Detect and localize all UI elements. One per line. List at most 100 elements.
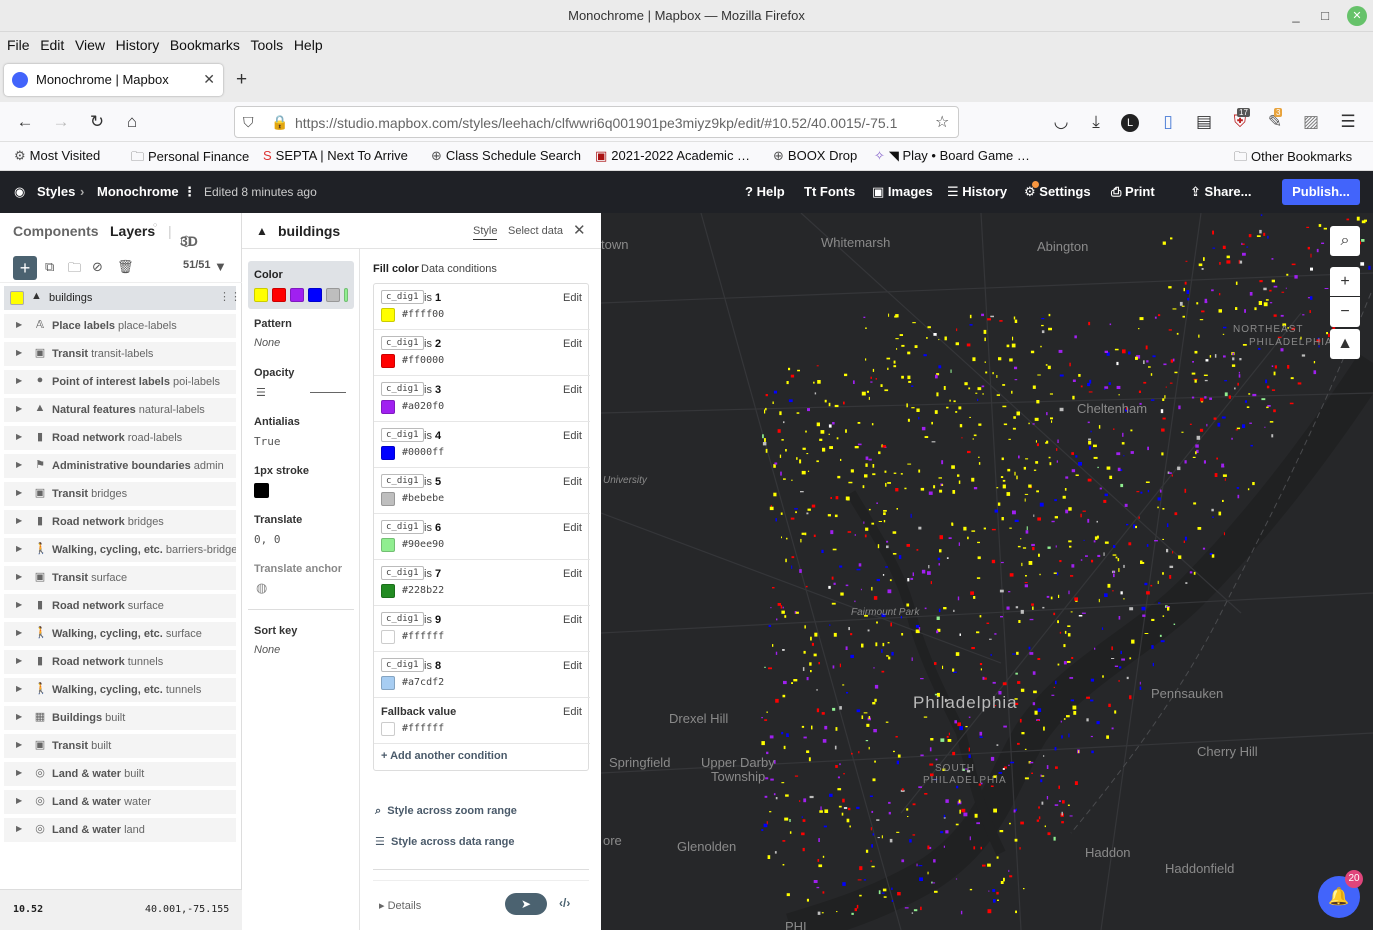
expand-arrow-icon[interactable]: ▶ [16, 656, 22, 665]
layer-item[interactable]: ▶ ▣ Transit built [4, 734, 236, 758]
maximize-button[interactable]: □ [1315, 6, 1335, 26]
delete-icon[interactable]: 🗑 [117, 259, 134, 275]
condition-row[interactable]: c_dig1 is 3 Edit #a020f0 [374, 376, 590, 422]
bookmark-personal-finance[interactable]: 🗀 Personal Finance [131, 148, 249, 170]
expand-arrow-icon[interactable]: ▶ [16, 320, 22, 329]
download-icon[interactable]: ⤓ [1085, 112, 1107, 132]
bookmark-septa[interactable]: S SEPTA | Next To Arrive [263, 148, 408, 163]
zoom-out-button[interactable]: − [1330, 297, 1360, 327]
property-pattern[interactable]: Pattern [254, 318, 292, 330]
expand-arrow-icon[interactable]: ▶ [16, 684, 22, 693]
extension-image-icon[interactable]: ▨ [1300, 112, 1322, 132]
lock-icon[interactable]: 🔒 [271, 114, 288, 131]
property-opacity[interactable]: Opacity [254, 367, 294, 379]
edit-link[interactable]: Edit [563, 568, 582, 580]
expand-arrow-icon[interactable]: ▶ [16, 600, 22, 609]
layer-item[interactable]: ▶ ◎ Land & water land [4, 818, 236, 842]
print-button[interactable]: ⎙ Print [1111, 184, 1155, 200]
pocket-icon[interactable]: ◡ [1050, 112, 1072, 132]
menu-history[interactable]: History [109, 32, 160, 53]
browser-tab[interactable]: Monochrome | Mapbox ✕ [4, 64, 223, 96]
style-name[interactable]: Monochrome [97, 184, 179, 199]
shield-icon[interactable]: ⛉ [243, 114, 254, 131]
edit-link[interactable]: Edit [563, 522, 582, 534]
forward-icon[interactable]: → [50, 112, 72, 132]
layer-item[interactable]: ▶ 🚶 Walking, cycling, etc. barriers-bridges [4, 538, 236, 562]
home-icon[interactable]: ⌂ [121, 112, 143, 132]
expand-arrow-icon[interactable]: ▶ [16, 628, 22, 637]
back-icon[interactable]: ← [14, 112, 36, 132]
expand-arrow-icon[interactable]: ▶ [16, 404, 22, 413]
styles-link[interactable]: Styles [37, 184, 75, 199]
menu-tools[interactable]: Tools [244, 32, 284, 53]
property-translate[interactable]: Translate [254, 514, 302, 526]
history-button[interactable]: ☰ History [947, 184, 1007, 200]
property-antialias[interactable]: Antialias [254, 416, 300, 428]
property-translate-anchor[interactable]: Translate anchor [254, 563, 342, 575]
help-button[interactable]: ? Help [745, 184, 785, 199]
edit-link[interactable]: Edit [563, 706, 582, 718]
map-canvas[interactable]: town Whitemarsh Abington NORTHEAST PHILADELP… [601, 213, 1373, 930]
condition-row[interactable]: c_dig1 is 6 Edit #90ee90 [374, 514, 590, 560]
expand-arrow-icon[interactable]: ▶ [16, 824, 22, 833]
edit-link[interactable]: Edit [563, 384, 582, 396]
layer-item[interactable]: ▶ ▮ Road network bridges [4, 510, 236, 534]
layer-item[interactable]: ▶ ▣ Transit surface [4, 566, 236, 590]
stroke-color-swatch[interactable] [254, 483, 269, 498]
bookmark-class-schedule[interactable]: ⊕ Class Schedule Search [431, 148, 581, 164]
fallback-value-row[interactable]: Fallback value Edit #ffffff [374, 698, 590, 744]
expand-arrow-icon[interactable]: ▶ [16, 572, 22, 581]
tab-select-data[interactable]: Select data [508, 225, 563, 237]
hamburger-menu-icon[interactable]: ☰ [1337, 112, 1359, 132]
tab-components[interactable]: Components [13, 223, 99, 239]
images-button[interactable]: ▣ Images [872, 184, 933, 200]
edit-link[interactable]: Edit [563, 338, 582, 350]
edit-link[interactable]: Edit [563, 660, 582, 672]
bookmark-boox-drop[interactable]: ⊕ BOOX Drop [773, 148, 857, 164]
layer-item[interactable]: ▶ ▮ Road network road-labels [4, 426, 236, 450]
new-tab-button[interactable]: + [236, 69, 247, 91]
property-sort-key[interactable]: Sort key [254, 625, 297, 637]
add-condition-button[interactable]: + Add another condition [381, 750, 507, 762]
layer-item[interactable]: ▶ ▮ Road network tunnels [4, 650, 236, 674]
layer-item[interactable]: ▶ ▮ Road network surface [4, 594, 236, 618]
add-layer-button[interactable]: + [13, 256, 37, 280]
property-stroke[interactable]: 1px stroke [254, 465, 309, 477]
condition-row[interactable]: c_dig1 is 9 Edit #ffffff [374, 606, 590, 652]
condition-row[interactable]: c_dig1 is 7 Edit #228b22 [374, 560, 590, 606]
close-window-button[interactable]: ✕ [1347, 6, 1367, 26]
edit-link[interactable]: Edit [563, 292, 582, 304]
expand-arrow-icon[interactable]: ▶ [16, 488, 22, 497]
opacity-slider[interactable] [310, 392, 346, 393]
condition-row[interactable]: c_dig1 is 4 Edit #0000ff [374, 422, 590, 468]
tab-layers[interactable]: Layers [110, 223, 155, 239]
expand-arrow-icon[interactable]: ▶ [16, 712, 22, 721]
tab-close-icon[interactable]: ✕ [203, 71, 215, 88]
expand-arrow-icon[interactable]: ▶ [16, 348, 22, 357]
duplicate-icon[interactable]: ⧉ [45, 259, 54, 275]
menu-help[interactable]: Help [287, 32, 323, 53]
reader-icon[interactable]: ▤ [1193, 112, 1215, 132]
layer-item[interactable]: ▶ ◎ Land & water water [4, 790, 236, 814]
hide-icon[interactable]: ⊘ [92, 259, 103, 275]
close-panel-icon[interactable]: ✕ [573, 221, 586, 239]
expand-arrow-icon[interactable]: ▶ [16, 768, 22, 777]
compass-button[interactable]: ▲ [1330, 329, 1360, 359]
expand-arrow-icon[interactable]: ▶ [16, 796, 22, 805]
code-view-icon[interactable]: ‹/› [559, 896, 570, 910]
bookmark-academic[interactable]: ▣ 2021-2022 Academic … [595, 148, 750, 164]
share-button[interactable]: ⇪ Share... [1190, 184, 1252, 200]
menu-file[interactable]: File [0, 32, 30, 53]
style-zoom-range-button[interactable]: ⌕ Style across zoom range [375, 805, 517, 818]
fonts-button[interactable]: Tt Fonts [804, 184, 855, 199]
publish-button[interactable]: Publish... [1282, 179, 1360, 205]
expand-arrow-icon[interactable]: ▶ [16, 740, 22, 749]
map-search-button[interactable]: ⌕ [1330, 226, 1360, 256]
layer-item[interactable]: ▶ ▣ Transit transit-labels [4, 342, 236, 366]
edit-link[interactable]: Edit [563, 430, 582, 442]
menu-edit[interactable]: Edit [33, 32, 64, 53]
condition-row[interactable]: c_dig1 is 1 Edit #ffff00 [374, 284, 590, 330]
url-bar[interactable]: ⛉ 🔒 https://studio.mapbox.com/styles/lee… [234, 106, 959, 138]
extension-l-icon[interactable]: L [1121, 114, 1139, 132]
layer-item[interactable]: ▶ ⚑ Administrative boundaries admin [4, 454, 236, 478]
